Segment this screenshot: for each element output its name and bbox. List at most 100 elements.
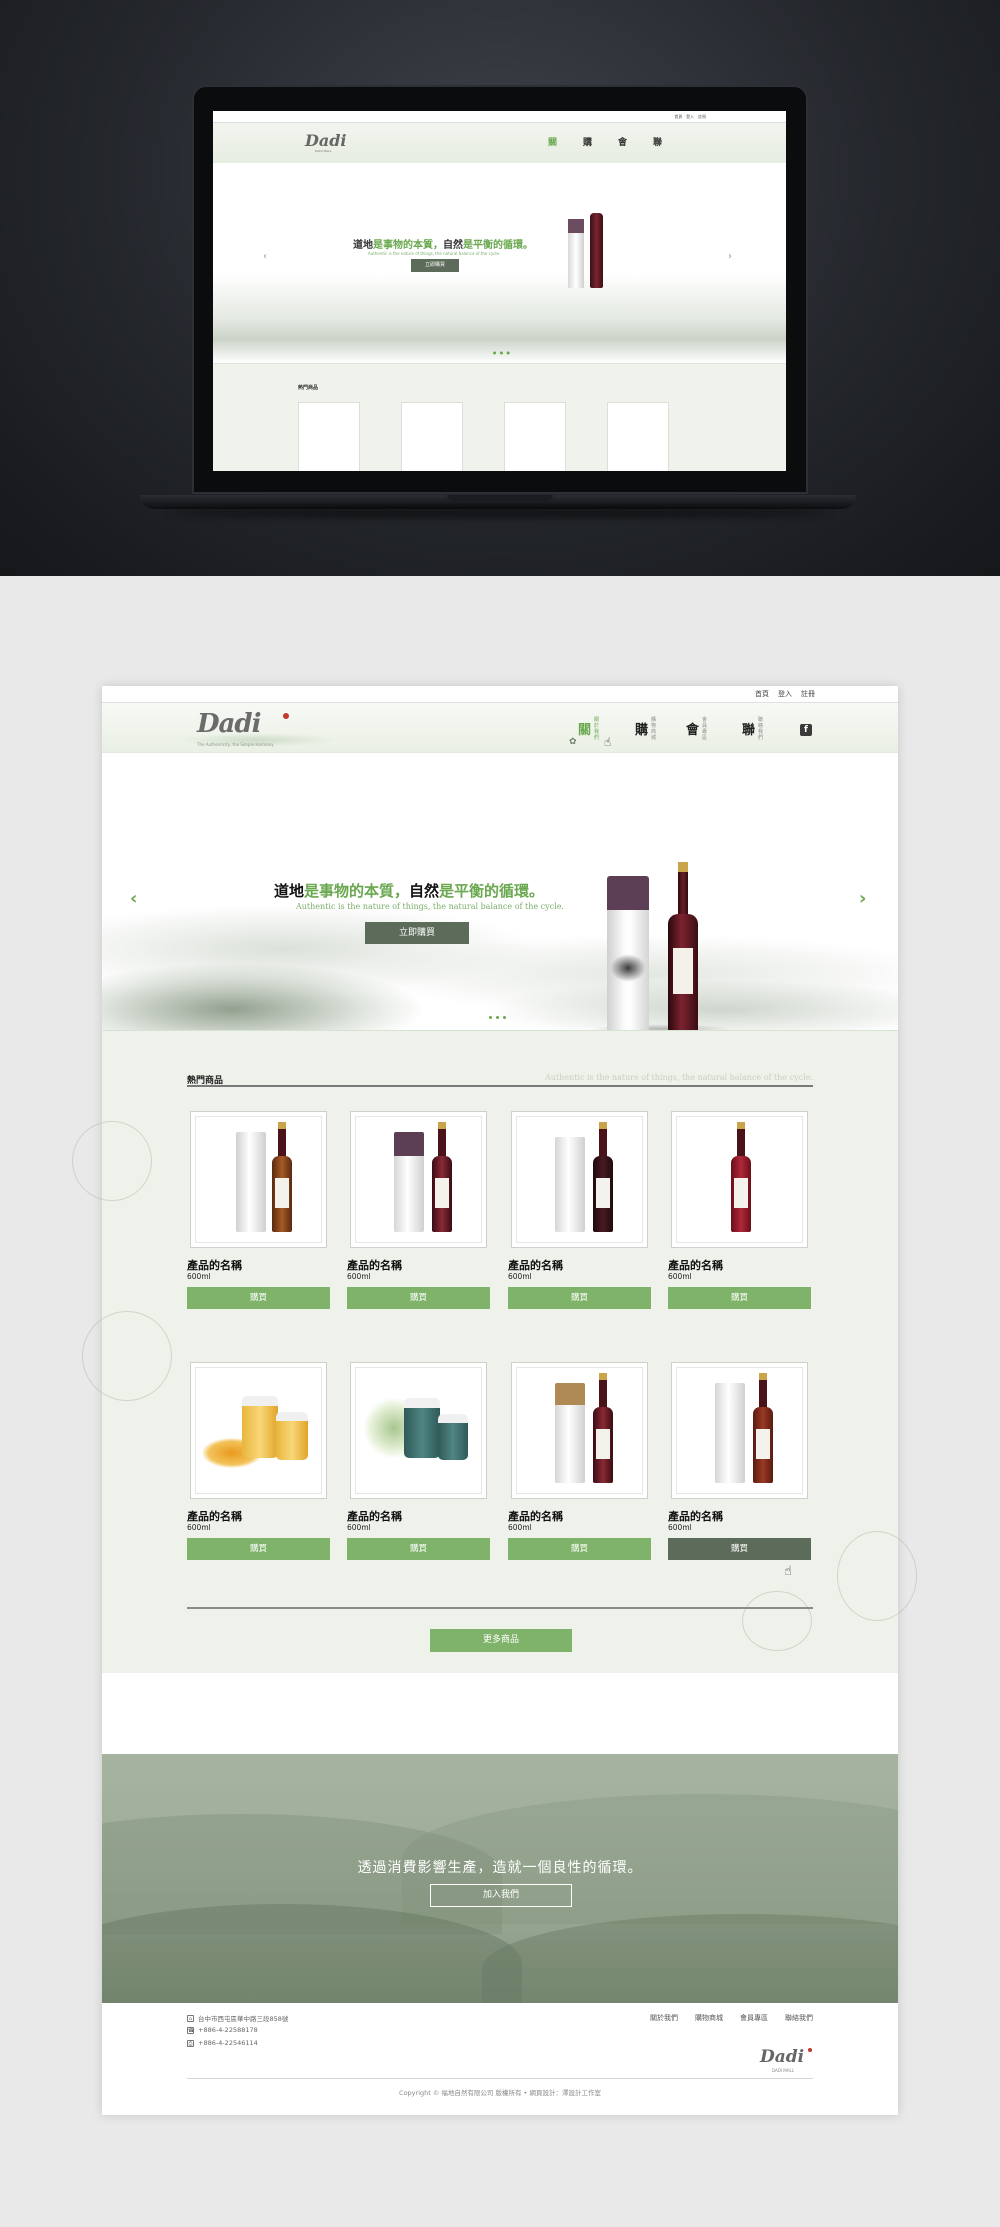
hero-bottle-image [668, 862, 698, 1030]
laptop-shadow [170, 509, 830, 517]
hero-prev-arrow[interactable]: ‹ [130, 888, 137, 909]
mini-products: 熱門商品 [213, 363, 786, 471]
nav-member-sub: 會員專區 [702, 717, 708, 741]
nav-shop-char: 購 [635, 723, 649, 738]
mini-product-card [298, 402, 360, 471]
hero-slider: ‹ › 道地是事物的本質，自然是平衡的循環。 Authentic is the … [102, 754, 898, 1030]
ink-brush-graphic [610, 954, 646, 982]
products-divider [187, 1607, 813, 1609]
utility-link-home[interactable]: 首頁 [755, 689, 769, 699]
product-volume: 600ml [187, 1272, 211, 1281]
mini-hero-subtitle: Authentic is the nature of things, the n… [368, 251, 501, 256]
mini-product-card [401, 402, 463, 471]
nav-about[interactable]: 關 關於我們 [578, 717, 599, 745]
product-volume: 600ml [508, 1523, 532, 1532]
mini-header: Dadi DADI MALL 關購會聯 [213, 123, 786, 163]
buy-button[interactable]: 購買 [668, 1287, 811, 1309]
hero-buy-button[interactable]: 立即購買 [365, 922, 469, 944]
mini-product-card [504, 402, 566, 471]
product-volume: 600ml [187, 1523, 211, 1532]
mini-logo-tagline: DADI MALL [315, 149, 332, 153]
nav-shop[interactable]: 購 購物商城 [635, 717, 656, 745]
slider-dots[interactable] [489, 1016, 506, 1019]
product-image-frame[interactable] [350, 1362, 487, 1499]
hero-title: 道地是事物的本質，自然是平衡的循環。 [274, 882, 545, 900]
buy-button[interactable]: 購買 [187, 1538, 330, 1560]
laptop-mockup-background: 首頁 登入 註冊 Dadi DADI MALL 關購會聯 ‹ › 道地是事物的本… [0, 0, 1000, 576]
nav-about-char: 關 [578, 723, 592, 738]
products-tagline: Authentic is the nature of things, the n… [545, 1073, 813, 1082]
mini-logo: Dadi [305, 131, 347, 150]
product-name[interactable]: 產品的名稱 [668, 1257, 723, 1273]
slider-dot[interactable] [496, 1016, 499, 1019]
nav-contact[interactable]: 聯 聯絡我們 [742, 717, 763, 745]
mini-hero-button: 立即購買 [411, 259, 459, 272]
product-volume: 600ml [347, 1272, 371, 1281]
footer-link-about[interactable]: 關於我們 [650, 2013, 678, 2023]
product-image-frame[interactable] [190, 1362, 327, 1499]
mini-nav: 關購會聯 [548, 138, 663, 148]
fax-icon: ⎙ [187, 2039, 194, 2047]
hero-next-arrow[interactable]: › [859, 888, 866, 909]
nav-member[interactable]: 會 會員專區 [686, 717, 707, 745]
hot-products-section: 熱門商品 Authentic is the nature of things, … [72, 1030, 917, 1673]
product-name[interactable]: 產品的名稱 [508, 1508, 563, 1524]
product-name[interactable]: 產品的名稱 [187, 1508, 242, 1524]
product-image-frame[interactable] [511, 1111, 648, 1248]
product-image-frame[interactable] [671, 1362, 808, 1499]
flower-illustration [82, 1311, 172, 1401]
buy-button[interactable]: 購買 [187, 1287, 330, 1309]
product-name[interactable]: 產品的名稱 [347, 1508, 402, 1524]
buy-button-hover[interactable]: 購買 [668, 1538, 811, 1560]
product-name[interactable]: 產品的名稱 [668, 1508, 723, 1524]
product-image-frame[interactable] [511, 1362, 648, 1499]
footer-links: 關於我們 購物商城 會員專區 聯絡我們 [650, 2013, 813, 2023]
product-image-frame[interactable] [671, 1111, 808, 1248]
laptop-notch [447, 495, 553, 501]
flower-illustration [72, 1121, 152, 1201]
utility-link-register[interactable]: 註冊 [801, 689, 815, 699]
utility-link-login[interactable]: 登入 [778, 689, 792, 699]
nav-contact-char: 聯 [742, 723, 756, 738]
hand-cursor-icon: ☝ [784, 1564, 792, 1579]
copyright-text: Copyright © 福地自然有限公司 版權所有 • 網頁設計：澤設計工作室 [399, 2089, 601, 2097]
product-image-frame[interactable] [350, 1111, 487, 1248]
hero-subtitle: Authentic is the nature of things, the n… [296, 902, 564, 911]
site-footer: ⌂ 台中市西屯區華中路三段858號 ☎ +886-4-22588178 ⎙ +886-… [102, 2003, 898, 2115]
flower-illustration [837, 1531, 917, 1621]
product-image-frame[interactable] [190, 1111, 327, 1248]
buy-button[interactable]: 購買 [508, 1538, 651, 1560]
footer-logo-dot [808, 2048, 812, 2052]
facebook-icon[interactable]: f [800, 724, 812, 736]
product-name[interactable]: 產品的名稱 [508, 1257, 563, 1273]
product-volume: 600ml [347, 1523, 371, 1532]
mini-next-arrow: › [728, 251, 732, 262]
footer-link-contact[interactable]: 聯絡我們 [785, 2013, 813, 2023]
utility-nav: 首頁 登入 註冊 [102, 686, 898, 703]
nav-flower-icon: ✿ [569, 737, 577, 747]
slider-dot[interactable] [489, 1016, 492, 1019]
nav-about-sub: 關於我們 [594, 717, 600, 741]
more-products-button[interactable]: 更多商品 [430, 1629, 572, 1652]
footer-logo[interactable]: Dadi [760, 2047, 804, 2067]
join-title: 透過消費影響生產，造就一個良性的循環。 [357, 1860, 643, 1876]
nav-shop-sub: 購物商城 [651, 717, 657, 741]
product-volume: 600ml [668, 1272, 692, 1281]
logo-tagline: The Authenticity, the Simple Harmony [197, 742, 274, 747]
slider-dot[interactable] [503, 1016, 506, 1019]
hero-gift-tube-image [607, 876, 649, 1030]
buy-button[interactable]: 購買 [347, 1538, 490, 1560]
product-name[interactable]: 產品的名稱 [187, 1257, 242, 1273]
mini-hero-title: 道地是事物的本質，自然是平衡的循環。 [353, 240, 533, 251]
mini-products-title: 熱門商品 [298, 385, 319, 391]
footer-divider [187, 2078, 813, 2079]
footer-link-member[interactable]: 會員專區 [740, 2013, 768, 2023]
buy-button[interactable]: 購買 [508, 1287, 651, 1309]
site-logo[interactable]: Dadi The Authenticity, the Simple Harmon… [177, 709, 337, 749]
mini-prev-arrow: ‹ [263, 251, 267, 262]
location-icon: ⌂ [187, 2014, 194, 2022]
footer-link-shop[interactable]: 購物商城 [695, 2013, 723, 2023]
product-name[interactable]: 產品的名稱 [347, 1257, 402, 1273]
join-us-button[interactable]: 加入我們 [430, 1884, 572, 1907]
buy-button[interactable]: 購買 [347, 1287, 490, 1309]
